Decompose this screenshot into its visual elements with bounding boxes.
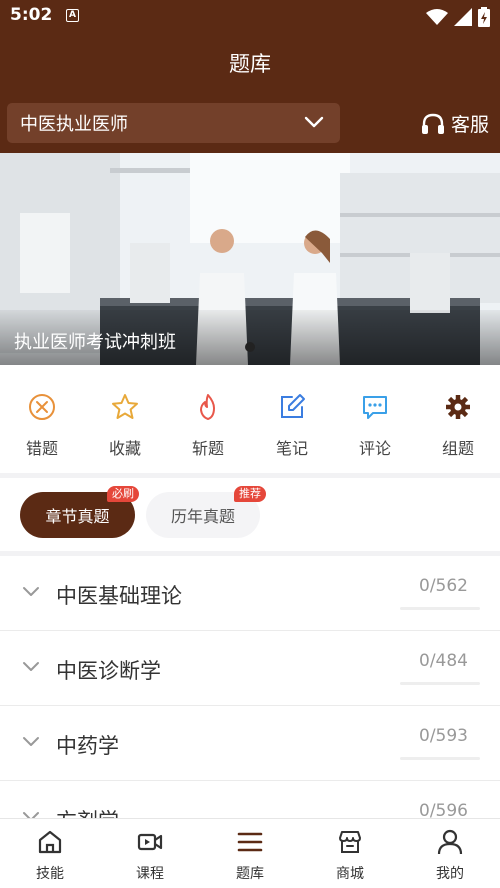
banner-caption: 执业医师考试冲刺班 [14,332,176,353]
menu-icon [237,832,263,852]
shortcut-favorites[interactable]: 收藏 [83,365,167,473]
chevron-down-icon [23,587,39,596]
nav-label: 商城 [336,866,364,882]
star-icon [112,394,138,419]
nav-question-bank[interactable]: 题库 [200,819,300,888]
chevron-down-icon [304,116,324,128]
shortcut-label: 评论 [358,439,391,458]
shortcut-label: 错题 [25,439,58,458]
status-time: 5:02 [10,5,53,25]
signal-icon [454,8,472,26]
store-icon [339,831,361,853]
shortcut-wrong-questions[interactable]: 错题 [0,365,84,473]
nav-skills[interactable]: 技能 [0,819,100,888]
shortcut-label: 收藏 [108,439,141,458]
shortcut-comments[interactable]: 评论 [333,365,417,473]
wifi-icon [426,9,448,25]
shortcut-grid: 错题 收藏 斩题 笔记 评论 组题 [0,365,500,473]
tab-label: 章节真题 [45,507,110,526]
shortcut-label: 斩题 [191,439,224,458]
headset-icon [421,113,444,134]
customer-service-label: 客服 [450,114,489,136]
shortcut-notes[interactable]: 笔记 [250,365,334,473]
exam-selector[interactable]: 中医执业医师 [7,103,340,143]
chapter-progress: 0/562 [419,576,468,596]
nav-courses[interactable]: 课程 [100,819,200,888]
chapter-title: 中医诊断学 [56,659,161,683]
nav-label: 题库 [236,866,264,882]
customer-service-button[interactable]: 客服 [421,110,489,137]
chapter-progress-bar [400,682,480,685]
tab-badge: 推荐 [234,486,266,502]
home-icon [38,830,62,854]
notification-icon: A [66,9,79,22]
tab-past-exams[interactable]: 历年真题 推荐 [146,486,266,538]
chapter-row[interactable]: 中医诊断学 0/484 [0,631,500,706]
shortcut-slash-questions[interactable]: 斩题 [166,365,250,473]
chapter-list: 中医基础理论 0/562 中医诊断学 0/484 中药学 0/593 方剂学 0… [0,556,500,818]
chapter-progress: 0/596 [419,801,468,818]
shortcut-label: 笔记 [275,439,308,458]
chapter-progress-bar [400,757,480,760]
chapter-progress-bar [400,607,480,610]
chapter-row[interactable]: 方剂学 0/596 [0,781,500,818]
chapter-progress: 0/593 [419,726,468,746]
flame-icon [200,394,215,420]
tab-chapter-questions[interactable]: 章节真题 必刷 [20,486,139,538]
bottom-nav: 技能 课程 题库 商城 我的 [0,818,500,888]
status-bar: 5:02 A [0,0,500,34]
edit-note-icon [281,394,305,418]
page-title: 题库 [229,52,271,76]
nav-label: 技能 [36,866,64,882]
chapter-title: 中医基础理论 [56,584,182,608]
tab-label: 历年真题 [170,507,235,526]
nav-profile[interactable]: 我的 [400,819,500,888]
header: 5:02 A 题库 中医执业医师 客服 [0,0,500,153]
shortcut-label: 组题 [441,439,474,458]
chevron-down-icon [23,812,39,818]
chapter-title: 中药学 [56,734,119,758]
chapter-progress: 0/484 [419,651,468,671]
chevron-down-icon [23,662,39,671]
tab-badge: 必刷 [107,486,139,502]
chapter-row[interactable]: 中药学 0/593 [0,706,500,781]
shortcut-compose-questions[interactable]: 组题 [416,365,500,473]
exam-selector-label: 中医执业医师 [20,114,128,135]
status-icons [426,7,490,27]
x-circle-icon [29,394,55,420]
nav-label: 课程 [136,866,164,882]
user-icon [437,829,463,855]
nav-store[interactable]: 商城 [300,819,400,888]
battery-icon [478,7,490,27]
chevron-down-icon [23,737,39,746]
promo-banner[interactable]: 执业医师考试冲刺班 [0,153,500,365]
gear-icon [446,395,470,419]
chapter-row[interactable]: 中医基础理论 0/562 [0,556,500,631]
carousel-indicator-dot[interactable] [245,342,255,352]
video-icon [137,833,163,851]
question-type-tabs: 章节真题 必刷 历年真题 推荐 [0,478,500,551]
comment-icon [363,396,387,419]
chapter-title: 方剂学 [56,805,119,818]
nav-label: 我的 [436,866,464,882]
